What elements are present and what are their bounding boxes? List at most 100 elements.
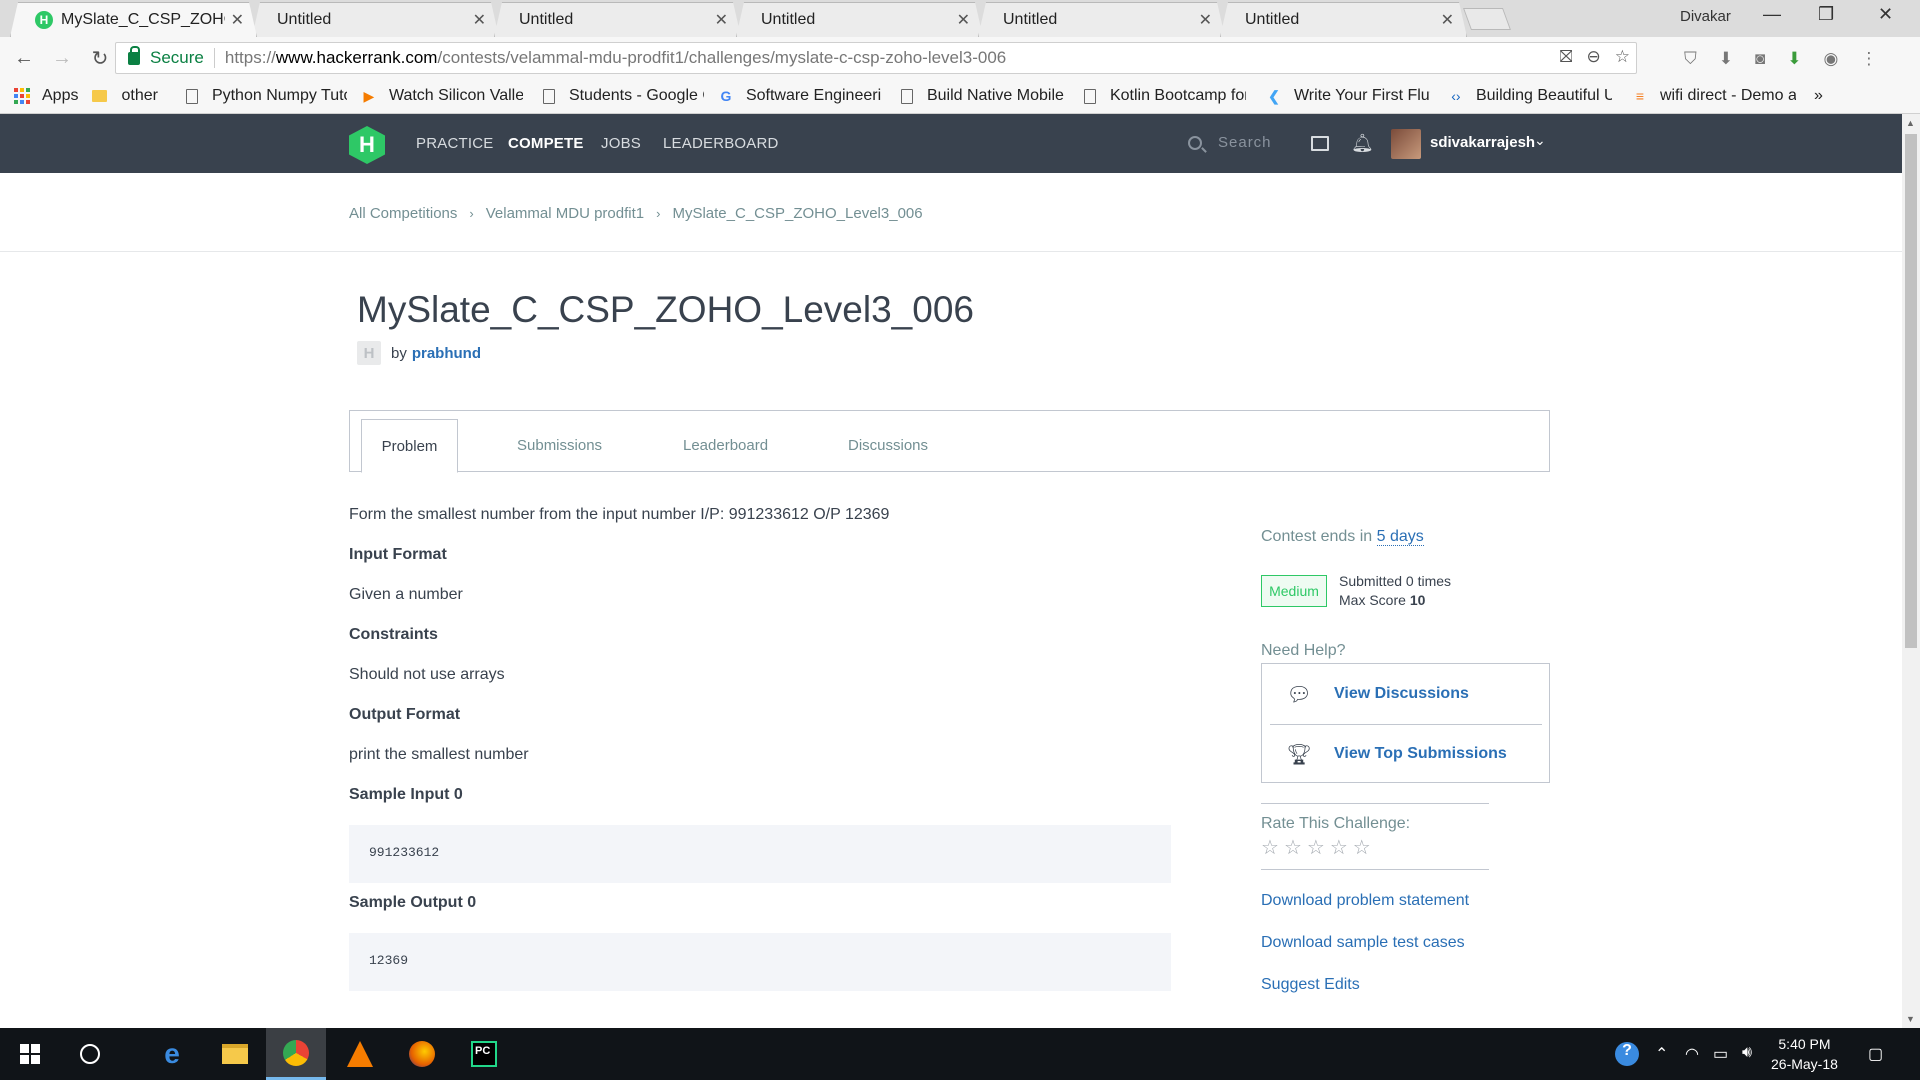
tab-discussions[interactable]: Discussions (848, 419, 928, 472)
volume-icon[interactable]: 🔊︎ (1742, 1044, 1752, 1062)
bookmark-apps[interactable]: Apps (14, 87, 78, 105)
taskbar-chrome[interactable] (266, 1028, 326, 1080)
author-avatar-icon: H (357, 341, 381, 365)
idm-icon[interactable]: ⬇ (1787, 49, 1801, 69)
camera-icon[interactable]: ◙ (1755, 49, 1765, 69)
extension-icons: ⛉ ⬇ ◙ ⬇ ◉ ⋮ (1684, 49, 1877, 69)
nav-jobs[interactable]: JOBS (601, 135, 641, 152)
bookmark-item[interactable]: Python Numpy Tuto (185, 87, 347, 105)
close-tab-icon[interactable]: ✕ (231, 10, 244, 30)
bookmarks-overflow-icon[interactable]: » (1814, 87, 1823, 105)
challenge-tabs: Problem Submissions Leaderboard Discussi… (349, 410, 1550, 473)
notification-bell-icon[interactable]: 🔔︎ (1351, 133, 1374, 154)
browser-tab-active[interactable]: H MySlate_C_CSP_ZOHO_Le ✕ (10, 2, 257, 37)
menu-icon[interactable]: ⋮ (1860, 49, 1877, 69)
bookmark-item[interactable]: ❮ Write Your First Flutt (1266, 87, 1430, 105)
author-link[interactable]: prabhund (412, 345, 481, 362)
nav-compete[interactable]: COMPETE (508, 135, 584, 152)
download-problem-statement-link[interactable]: Download problem statement (1261, 892, 1469, 910)
url-path: /contests/velammal-mdu-prodfit1/challeng… (437, 48, 1007, 67)
bookmark-label: Watch Silicon Valley (388, 87, 523, 104)
taskbar-pycharm[interactable]: PC (454, 1028, 514, 1080)
action-center-icon[interactable]: ▢ (1868, 1044, 1883, 1064)
bookmark-item[interactable]: Build Native Mobile (900, 87, 1064, 105)
breadcrumb-challenge[interactable]: MySlate_C_CSP_ZOHO_Level3_006 (672, 205, 922, 222)
breadcrumb-all-competitions[interactable]: All Competitions (349, 205, 457, 222)
chevron-down-icon[interactable]: ⌄ (1534, 132, 1546, 149)
zoom-icon[interactable]: ⊖ (1587, 47, 1601, 67)
browser-tab[interactable]: Untitled ✕ (252, 2, 499, 37)
tab-leaderboard[interactable]: Leaderboard (683, 419, 768, 472)
bookmark-item[interactable]: ▶ Watch Silicon Valley (361, 87, 523, 105)
search-input[interactable]: Search (1218, 134, 1272, 151)
view-top-submissions-link[interactable]: View Top Submissions (1334, 745, 1507, 763)
star-icon[interactable]: ☆ (1284, 835, 1302, 860)
browser-tab[interactable]: Untitled ✕ (736, 2, 983, 37)
page-scrollbar[interactable]: ▲ ▼ (1902, 114, 1920, 1028)
cortana-button[interactable] (60, 1028, 120, 1080)
extension-icon[interactable]: ◉ (1824, 49, 1839, 69)
difficulty-badge: Medium (1261, 575, 1327, 607)
battery-icon[interactable]: ▭ (1713, 1044, 1728, 1064)
bookmark-item[interactable]: Students - Google C (542, 87, 704, 105)
bookmark-item[interactable]: ‹› Building Beautiful UI (1448, 87, 1612, 105)
breadcrumb-contest[interactable]: Velammal MDU prodfit1 (486, 205, 644, 222)
username[interactable]: sdivakarrajesh (1430, 134, 1535, 151)
reload-icon[interactable]: ↻ (86, 44, 114, 72)
search-box[interactable]: Search (1188, 134, 1272, 151)
bookmark-star-icon[interactable]: ☆ (1615, 47, 1630, 67)
scrollbar-thumb[interactable] (1905, 134, 1917, 648)
address-bar[interactable]: Secure https://www.hackerrank.com/contes… (115, 42, 1637, 74)
taskbar-vlc[interactable] (330, 1028, 390, 1080)
bookmark-item[interactable]: Kotlin Bootcamp for (1083, 87, 1246, 105)
close-tab-icon[interactable]: ✕ (715, 10, 728, 30)
close-tab-icon[interactable]: ✕ (957, 10, 970, 30)
edge-icon: e (164, 1038, 180, 1069)
scroll-up-icon[interactable]: ▲ (1906, 118, 1915, 128)
nav-practice[interactable]: PRACTICE (416, 135, 493, 152)
star-icon[interactable]: ☆ (1353, 835, 1371, 860)
tab-submissions[interactable]: Submissions (517, 419, 602, 472)
wifi-icon[interactable]: ◠ (1685, 1044, 1699, 1064)
minimize-icon[interactable]: — (1763, 4, 1781, 25)
start-button[interactable] (0, 1028, 60, 1080)
view-discussions-row[interactable]: 💬︎ View Discussions (1262, 664, 1549, 724)
download-test-cases-link[interactable]: Download sample test cases (1261, 934, 1465, 952)
scroll-down-icon[interactable]: ▼ (1906, 1014, 1915, 1024)
bookmark-item[interactable]: G Software Engineerin (718, 87, 880, 105)
view-discussions-link[interactable]: View Discussions (1334, 685, 1469, 703)
star-icon[interactable]: ☆ (1307, 835, 1325, 860)
restore-icon[interactable]: ❒ (1818, 4, 1834, 25)
nav-leaderboard[interactable]: LEADERBOARD (663, 135, 779, 152)
bookmark-item[interactable]: ≡ wifi direct - Demo ap (1632, 87, 1796, 105)
taskbar-firefox[interactable] (392, 1028, 452, 1080)
messages-icon[interactable] (1311, 136, 1329, 151)
close-tab-icon[interactable]: ✕ (473, 10, 486, 30)
close-tab-icon[interactable]: ✕ (1441, 10, 1454, 30)
taskbar-edge[interactable]: e (142, 1028, 202, 1080)
star-icon[interactable]: ☆ (1261, 835, 1279, 860)
help-icon[interactable]: ? (1615, 1042, 1639, 1066)
suggest-edits-link[interactable]: Suggest Edits (1261, 976, 1360, 994)
close-window-icon[interactable]: ✕ (1878, 4, 1893, 25)
close-tab-icon[interactable]: ✕ (1199, 10, 1212, 30)
star-rating: ☆ ☆ ☆ ☆ ☆ (1261, 835, 1371, 860)
download-icon[interactable]: ⬇ (1719, 49, 1733, 69)
view-top-submissions-row[interactable]: 🏆︎ View Top Submissions (1262, 724, 1549, 784)
new-tab-button[interactable] (1462, 8, 1512, 30)
taskbar-file-explorer[interactable] (205, 1028, 265, 1080)
shield-icon[interactable]: ⛉ (1684, 49, 1697, 69)
forward-icon[interactable]: → (48, 44, 76, 72)
star-icon[interactable]: ☆ (1330, 835, 1348, 860)
tab-problem[interactable]: Problem (361, 419, 458, 473)
browser-tab[interactable]: Untitled ✕ (1220, 2, 1467, 37)
avatar[interactable] (1391, 129, 1421, 159)
back-icon[interactable]: ← (10, 44, 38, 72)
hackerrank-logo-icon[interactable]: H (349, 126, 385, 164)
translate-icon[interactable]: ⛝ (1560, 47, 1573, 67)
chevron-up-icon[interactable]: ⌃ (1655, 1044, 1668, 1064)
system-clock[interactable]: 5:40 PM 26-May-18 (1771, 1034, 1838, 1074)
browser-tab[interactable]: Untitled ✕ (494, 2, 741, 37)
browser-tab[interactable]: Untitled ✕ (978, 2, 1225, 37)
bookmark-folder-other[interactable]: other (92, 87, 158, 105)
